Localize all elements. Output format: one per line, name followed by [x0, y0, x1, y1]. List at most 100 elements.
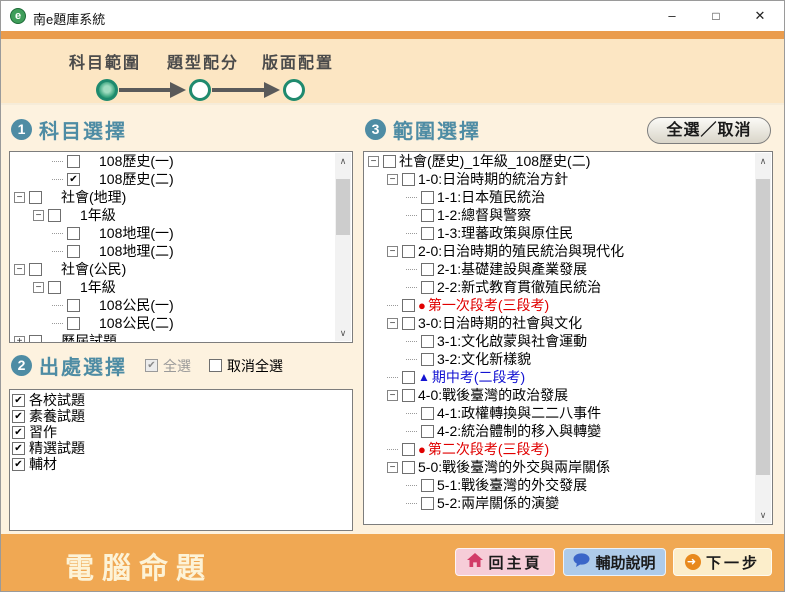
tree-row[interactable]: 5-2:兩岸關係的演變	[364, 494, 772, 512]
tree-item-checkbox[interactable]	[67, 317, 80, 330]
home-button[interactable]: 回主頁	[455, 548, 555, 576]
tree-item-checkbox[interactable]	[29, 191, 42, 204]
scroll-up-icon[interactable]: ∧	[755, 153, 771, 169]
tree-item-checkbox[interactable]	[421, 497, 434, 510]
scroll-down-icon[interactable]: ∨	[335, 325, 351, 341]
tree-item-checkbox[interactable]	[402, 371, 415, 384]
tree-item-checkbox[interactable]: ✔	[67, 173, 80, 186]
vertical-scrollbar[interactable]: ∧ ∨	[335, 153, 351, 341]
collapse-box-icon[interactable]: −	[387, 318, 398, 329]
tree-row[interactable]: ✔108歷史(二)	[10, 170, 352, 188]
source-item-checkbox[interactable]: ✔	[12, 458, 25, 471]
collapse-box-icon[interactable]: −	[33, 210, 44, 221]
tree-item-checkbox[interactable]	[48, 209, 61, 222]
tree-item-checkbox[interactable]	[402, 299, 415, 312]
tree-row[interactable]: 3-2:文化新樣貌	[364, 350, 772, 368]
tree-item-checkbox[interactable]	[67, 299, 80, 312]
tree-row[interactable]: −社會(地理)	[10, 188, 352, 206]
select-all-checkbox-group[interactable]: ✔ 全選	[145, 356, 191, 376]
source-item-checkbox[interactable]: ✔	[12, 410, 25, 423]
scroll-up-icon[interactable]: ∧	[335, 153, 351, 169]
scroll-down-icon[interactable]: ∨	[755, 507, 771, 523]
collapse-box-icon[interactable]: −	[368, 156, 379, 167]
collapse-box-icon[interactable]: −	[387, 174, 398, 185]
tree-item-checkbox[interactable]	[421, 407, 434, 420]
collapse-box-icon[interactable]: −	[14, 192, 25, 203]
source-item-checkbox[interactable]: ✔	[12, 442, 25, 455]
select-all-checkbox[interactable]: ✔	[145, 359, 158, 372]
tree-row[interactable]: 1-3:理蕃政策與原住民	[364, 224, 772, 242]
tree-row[interactable]: 108公民(一)	[10, 296, 352, 314]
collapse-box-icon[interactable]: −	[14, 264, 25, 275]
scrollbar-thumb[interactable]	[756, 179, 770, 475]
tree-row[interactable]: 4-2:統治體制的移入與轉變	[364, 422, 772, 440]
tree-item-checkbox[interactable]	[421, 263, 434, 276]
tree-item-checkbox[interactable]	[421, 335, 434, 348]
tree-item-checkbox[interactable]	[421, 479, 434, 492]
tree-item-checkbox[interactable]	[421, 209, 434, 222]
tree-row[interactable]: −1年級	[10, 206, 352, 224]
tree-row[interactable]: 2-2:新式教育貫徹殖民統治	[364, 278, 772, 296]
tree-item-checkbox[interactable]	[48, 281, 61, 294]
tree-item-checkbox[interactable]	[29, 335, 42, 344]
tree-row[interactable]: −4-0:戰後臺灣的政治發展	[364, 386, 772, 404]
expand-box-icon[interactable]: +	[14, 336, 25, 344]
tree-row[interactable]: 2-1:基礎建設與產業發展	[364, 260, 772, 278]
step-circle-3[interactable]	[283, 79, 305, 101]
tree-item-checkbox[interactable]	[421, 281, 434, 294]
tree-item-checkbox[interactable]	[421, 353, 434, 366]
source-list-item[interactable]: ✔素養試題	[12, 408, 352, 424]
maximize-button[interactable]: □	[696, 1, 736, 31]
tree-item-checkbox[interactable]	[29, 263, 42, 276]
collapse-box-icon[interactable]: −	[387, 246, 398, 257]
tree-row[interactable]: −社會(公民)	[10, 260, 352, 278]
collapse-box-icon[interactable]: −	[387, 462, 398, 473]
tree-row[interactable]: +歷屆試題	[10, 332, 352, 343]
tree-row[interactable]: ▲期中考(二段考)	[364, 368, 772, 386]
select-toggle-button[interactable]: 全選／取消	[647, 117, 771, 144]
tree-row[interactable]: −2-0:日治時期的殖民統治與現代化	[364, 242, 772, 260]
source-item-checkbox[interactable]: ✔	[12, 426, 25, 439]
tree-item-checkbox[interactable]	[67, 245, 80, 258]
tree-item-checkbox[interactable]	[402, 389, 415, 402]
source-list-item[interactable]: ✔精選試題	[12, 440, 352, 456]
deselect-all-checkbox[interactable]	[209, 359, 222, 372]
tree-row[interactable]: ●第二次段考(三段考)	[364, 440, 772, 458]
collapse-box-icon[interactable]: −	[33, 282, 44, 293]
tree-item-checkbox[interactable]	[383, 155, 396, 168]
source-list-item[interactable]: ✔輔材	[12, 456, 352, 472]
minimize-button[interactable]: –	[652, 1, 692, 31]
tree-row[interactable]: 108地理(二)	[10, 242, 352, 260]
scrollbar-thumb[interactable]	[336, 179, 350, 235]
tree-row[interactable]: 5-1:戰後臺灣的外交發展	[364, 476, 772, 494]
next-step-button[interactable]: ➜ 下一步	[673, 548, 772, 576]
tree-row[interactable]: 108地理(一)	[10, 224, 352, 242]
deselect-all-checkbox-group[interactable]: 取消全選	[209, 356, 283, 376]
tree-row[interactable]: 4-1:政權轉換與二二八事件	[364, 404, 772, 422]
tree-item-checkbox[interactable]	[421, 425, 434, 438]
tree-row[interactable]: 3-1:文化啟蒙與社會運動	[364, 332, 772, 350]
tree-row[interactable]: −3-0:日治時期的社會與文化	[364, 314, 772, 332]
tree-row[interactable]: −社會(歷史)_1年級_108歷史(二)	[364, 152, 772, 170]
step-circle-1-active[interactable]	[96, 79, 118, 101]
tree-item-checkbox[interactable]	[402, 245, 415, 258]
tree-item-checkbox[interactable]	[402, 317, 415, 330]
tree-item-checkbox[interactable]	[402, 461, 415, 474]
step-circle-2[interactable]	[189, 79, 211, 101]
tree-item-checkbox[interactable]	[67, 227, 80, 240]
tree-item-checkbox[interactable]	[421, 227, 434, 240]
tree-row[interactable]: ●第一次段考(三段考)	[364, 296, 772, 314]
tree-item-checkbox[interactable]	[402, 443, 415, 456]
source-item-checkbox[interactable]: ✔	[12, 394, 25, 407]
tree-row[interactable]: 108歷史(一)	[10, 152, 352, 170]
close-button[interactable]: ✕	[740, 1, 780, 31]
help-button[interactable]: 輔助說明	[563, 548, 666, 576]
tree-row[interactable]: −5-0:戰後臺灣的外交與兩岸關係	[364, 458, 772, 476]
tree-item-checkbox[interactable]	[421, 191, 434, 204]
tree-row[interactable]: −1年級	[10, 278, 352, 296]
tree-row[interactable]: 1-2:總督與警察	[364, 206, 772, 224]
tree-row[interactable]: 108公民(二)	[10, 314, 352, 332]
collapse-box-icon[interactable]: −	[387, 390, 398, 401]
vertical-scrollbar[interactable]: ∧ ∨	[755, 153, 771, 523]
tree-item-checkbox[interactable]	[402, 173, 415, 186]
